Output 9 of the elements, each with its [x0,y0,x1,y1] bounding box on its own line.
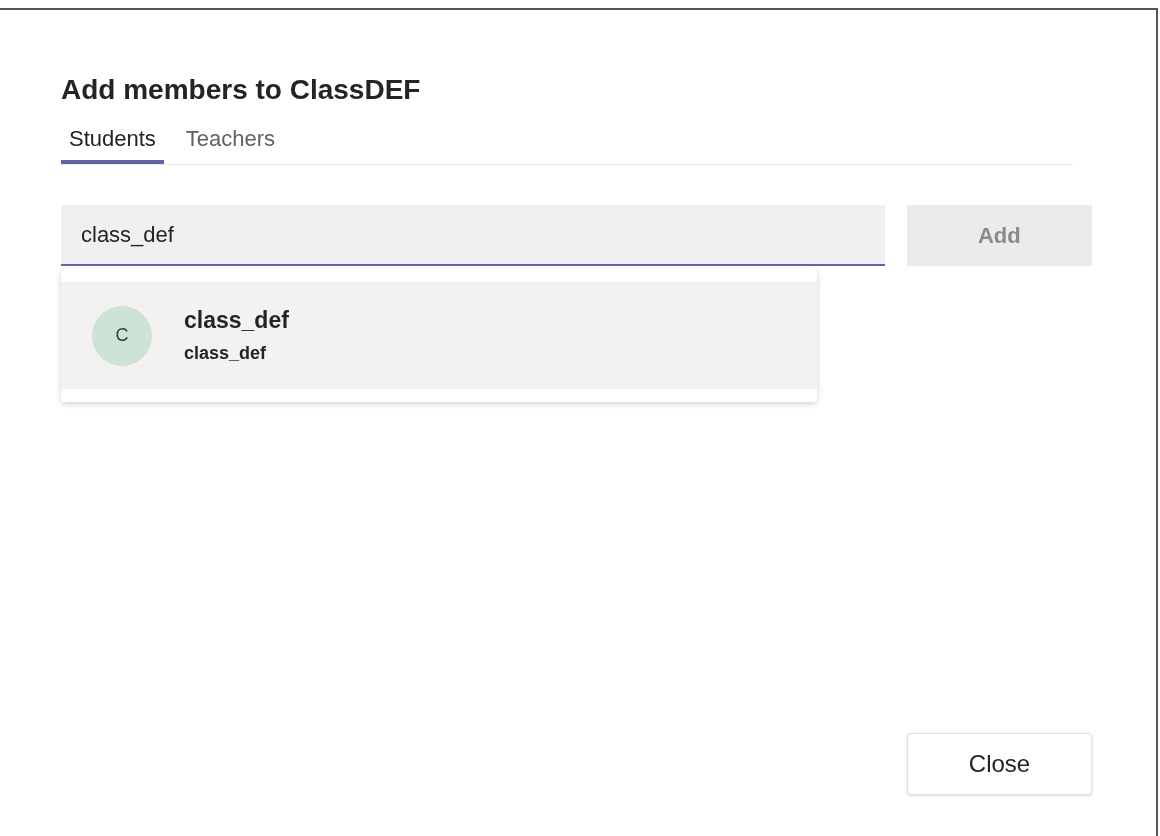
suggestion-item[interactable]: C class_def class_def [61,282,817,389]
dialog-title: Add members to ClassDEF [61,73,422,107]
tab[interactable]: Teachers [177,124,284,164]
avatar: C [92,305,152,366]
search-field[interactable]: class_def [61,205,885,266]
close-button[interactable]: Close [907,733,1092,795]
tab[interactable]: Students [61,124,164,164]
member-name: class_def [184,305,289,335]
member-id: class_def [184,341,268,365]
